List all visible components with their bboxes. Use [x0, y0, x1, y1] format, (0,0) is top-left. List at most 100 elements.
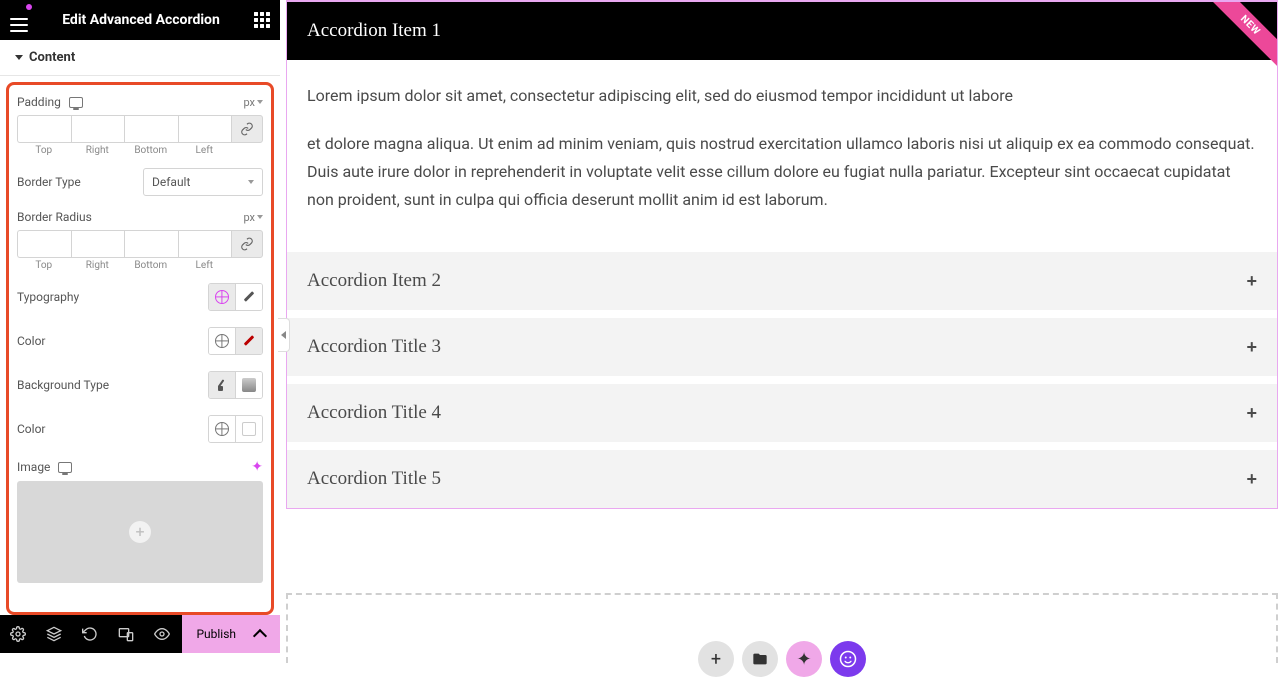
navigator-button[interactable] — [36, 615, 72, 653]
publish-label: Publish — [196, 627, 236, 641]
padding-control: Padding px — [17, 95, 263, 109]
accordion-item-title: Accordion Item 1 — [307, 20, 441, 41]
bg-gradient-button[interactable] — [236, 372, 262, 398]
border-type-select[interactable]: Default — [143, 168, 263, 196]
accordion-item-4[interactable]: Accordion Title 4 + — [287, 384, 1277, 442]
expand-icon: + — [1246, 337, 1257, 358]
link-values-button[interactable] — [231, 115, 263, 143]
responsive-device-icon[interactable] — [69, 97, 83, 108]
add-image-icon: + — [129, 521, 151, 543]
folder-icon — [752, 651, 768, 667]
padding-left-input[interactable] — [178, 115, 232, 143]
globe-icon — [215, 290, 229, 304]
apps-grid-button[interactable] — [254, 12, 270, 28]
eye-icon — [154, 626, 170, 642]
globe-icon — [215, 334, 229, 348]
dim-right: Right — [71, 260, 125, 271]
border-radius-control: Border Radius px — [17, 210, 263, 224]
accordion-widget[interactable]: NEW Accordion Item 1 Lorem ipsum dolor s… — [286, 0, 1278, 509]
add-section-button[interactable]: + — [698, 641, 734, 677]
border-type-control: Border Type Default — [17, 168, 263, 196]
bg-color-swatch-button[interactable] — [236, 416, 262, 442]
bg-color-global-button[interactable] — [209, 416, 235, 442]
collapse-sidebar-button[interactable] — [278, 318, 290, 352]
chevron-up-icon — [254, 628, 266, 640]
accordion-item-5[interactable]: Accordion Title 5 + — [287, 450, 1277, 508]
padding-bottom-input[interactable] — [124, 115, 178, 143]
settings-button[interactable] — [0, 615, 36, 653]
padding-right-input[interactable] — [71, 115, 125, 143]
section-title: Content — [29, 50, 75, 65]
typography-label: Typography — [17, 290, 79, 304]
link-icon — [240, 122, 254, 136]
dim-top: Top — [17, 145, 71, 156]
accordion-item-2[interactable]: Accordion Item 2 + — [287, 252, 1277, 310]
radius-bottom-input[interactable] — [124, 230, 178, 258]
typography-edit-button[interactable] — [236, 284, 262, 310]
color-swatch-icon — [242, 422, 256, 436]
border-radius-label: Border Radius — [17, 210, 92, 224]
radius-right-input[interactable] — [71, 230, 125, 258]
image-label: Image — [17, 460, 50, 474]
radius-inputs — [17, 230, 263, 258]
color-picker-button[interactable] — [236, 328, 262, 354]
padding-unit-select[interactable]: px — [243, 96, 263, 109]
accordion-body-p1: Lorem ipsum dolor sit amet, consectetur … — [307, 82, 1257, 110]
image-upload-zone[interactable]: + — [17, 481, 263, 583]
padding-dim-labels: Top Right Bottom Left — [17, 145, 263, 156]
link-icon — [240, 237, 254, 251]
radius-unit-select[interactable]: px — [243, 211, 263, 224]
color-buttons — [208, 327, 263, 355]
editor-bottombar: Publish — [0, 615, 280, 653]
dim-left: Left — [178, 145, 232, 156]
radius-left-input[interactable] — [178, 230, 232, 258]
accordion-item-3[interactable]: Accordion Title 3 + — [287, 318, 1277, 376]
caret-down-icon — [248, 180, 254, 184]
radius-top-input[interactable] — [17, 230, 71, 258]
typography-control: Typography — [17, 283, 263, 311]
gear-icon — [10, 626, 26, 642]
ai-generate-button[interactable]: ✦ — [786, 641, 822, 677]
responsive-mode-button[interactable] — [108, 615, 144, 653]
menu-button[interactable] — [10, 8, 28, 32]
publish-button[interactable]: Publish — [182, 615, 280, 653]
padding-inputs — [17, 115, 263, 143]
dim-top: Top — [17, 260, 71, 271]
bg-classic-button[interactable] — [209, 372, 235, 398]
text-color-control: Color — [17, 327, 263, 355]
canvas: NEW Accordion Item 1 Lorem ipsum dolor s… — [284, 0, 1280, 653]
pencil-icon — [242, 290, 256, 304]
dim-right: Right — [71, 145, 125, 156]
padding-top-input[interactable] — [17, 115, 71, 143]
color-global-button[interactable] — [209, 328, 235, 354]
typography-global-button[interactable] — [209, 284, 235, 310]
devices-icon — [118, 626, 134, 642]
notification-dot-icon — [26, 4, 32, 10]
accordion-item-body: Lorem ipsum dolor sit amet, consectetur … — [287, 60, 1277, 244]
accordion-item-title: Accordion Title 5 — [307, 468, 441, 490]
border-type-value: Default — [152, 175, 190, 189]
expand-icon: + — [1246, 469, 1257, 490]
link-values-button[interactable] — [231, 230, 263, 258]
sidebar-title: Edit Advanced Accordion — [62, 12, 220, 28]
accordion-body-p2: et dolore magna aliqua. Ut enim ad minim… — [307, 130, 1257, 214]
bg-type-buttons — [208, 371, 263, 399]
background-type-control: Background Type — [17, 371, 263, 399]
history-button[interactable] — [72, 615, 108, 653]
add-section-actions: + ✦ — [698, 641, 866, 677]
responsive-device-icon[interactable] — [58, 462, 72, 473]
preview-button[interactable] — [144, 615, 180, 653]
image-control: Image ✦ — [17, 459, 263, 475]
controls-highlight: Padding px Top Right Bottom Left — [6, 82, 274, 615]
bg-type-label: Background Type — [17, 378, 109, 392]
editor-sidebar: Edit Advanced Accordion Content Padding … — [0, 0, 280, 615]
add-template-button[interactable] — [742, 641, 778, 677]
brush-icon — [215, 378, 229, 392]
ai-assistant-button[interactable] — [830, 641, 866, 677]
ai-sparkle-icon[interactable]: ✦ — [251, 459, 263, 475]
section-content-toggle[interactable]: Content — [0, 40, 280, 76]
accordion-item-open-header[interactable]: Accordion Item 1 — [287, 2, 1277, 60]
sidebar-header: Edit Advanced Accordion — [0, 0, 280, 40]
caret-down-icon — [15, 55, 23, 60]
globe-icon — [215, 422, 229, 436]
